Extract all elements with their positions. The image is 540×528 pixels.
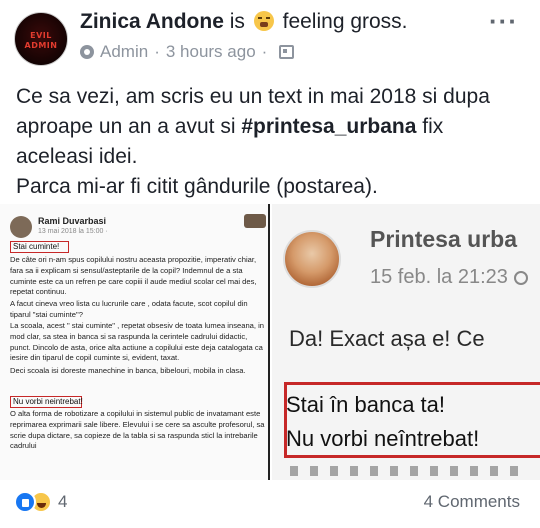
role-label: Admin xyxy=(100,42,149,61)
hashtag-link[interactable]: #printesa_urbana xyxy=(241,115,416,138)
post-text-line-1: Ce sa vezi, am scris eu un text in mai 2… xyxy=(16,85,490,108)
reactions-summary[interactable]: 4 xyxy=(14,491,67,513)
left-para-4: Deci scoala isi doreste manechine in ban… xyxy=(10,366,246,375)
left-para-5: O alta forma de robotizare a copilului i… xyxy=(10,409,265,451)
post-meta: Admin · 3 hours ago · xyxy=(80,42,295,62)
post-text-line-2: aproape un an a avut si #printesa_urbana… xyxy=(16,112,531,142)
highlight-box-stai-cuminte: Stai cuminte! xyxy=(10,241,69,253)
post-text-line-2b: fix xyxy=(416,115,444,138)
printesa-date-row: 15 feb. la 21:23 xyxy=(370,266,528,289)
feeling-text[interactable]: feeling gross. xyxy=(283,10,408,33)
admin-badge-icon xyxy=(80,45,94,59)
left-para-3: La scoala, acest " stai cuminte" , repet… xyxy=(10,321,265,363)
printesa-avatar xyxy=(283,230,341,288)
rami-date: 13 mai 2018 la 15:00 · xyxy=(38,228,108,235)
right-screenshot: Printesa urba 15 feb. la 21:23 Da! Exact… xyxy=(272,204,540,480)
comments-link[interactable]: 4 Comments xyxy=(424,492,520,512)
reaction-count: 4 xyxy=(58,492,68,511)
rami-cover-thumbnail xyxy=(244,214,266,228)
author-line: Zinica Andone is feeling gross. xyxy=(80,10,408,34)
left-screenshot: Rami Duvarbasi 13 mai 2018 la 15:00 · St… xyxy=(0,204,270,480)
printesa-name: Printesa urba xyxy=(370,226,517,252)
avatar-text-evil: EVIL xyxy=(30,31,52,40)
facebook-post: EVIL ADMIN Zinica Andone is feeling gros… xyxy=(0,0,540,528)
left-para-1: De câte ori n-am spus copilului nostru a… xyxy=(10,255,257,297)
post-text-line-2a: aproape un an a avut si xyxy=(16,115,242,138)
author-name[interactable]: Zinica Andone xyxy=(80,10,224,33)
post-image[interactable]: Rami Duvarbasi 13 mai 2018 la 15:00 · St… xyxy=(0,204,540,480)
cropped-text-peek xyxy=(290,466,530,476)
left-screenshot-content: Rami Duvarbasi 13 mai 2018 la 15:00 · St… xyxy=(0,204,270,480)
meta-separator: · xyxy=(154,42,160,61)
box1-text: Stai cuminte! xyxy=(13,242,60,251)
globe-icon xyxy=(513,270,528,285)
avatar-text-admin: ADMIN xyxy=(24,41,58,50)
meta-separator-2: · xyxy=(261,42,268,61)
rami-name: Rami Duvarbasi xyxy=(38,216,107,226)
feeling-prefix: is xyxy=(229,10,245,33)
highlight-box-nu-vorbi: Nu vorbi neintrebat! xyxy=(10,396,83,408)
timestamp-link[interactable]: 3 hours ago xyxy=(166,42,256,62)
post-text-line-4: Parca mi-ar fi citit gândurile (postarea… xyxy=(16,175,378,198)
more-options-icon[interactable]: ··· xyxy=(489,8,518,34)
printesa-box-line-2: Nu vorbi neîntrebat! xyxy=(286,426,480,451)
rami-avatar xyxy=(10,216,32,238)
post-text: Ce sa vezi, am scris eu un text in mai 2… xyxy=(16,82,531,202)
printesa-line-1: Da! Exact așa e! Ce xyxy=(289,326,485,351)
disgusted-face-icon xyxy=(253,11,274,31)
box2-text: Nu vorbi neintrebat! xyxy=(13,397,83,406)
audience-icon[interactable] xyxy=(279,45,295,59)
left-para-2: A facut cineva vreo lista cu lucrurile c… xyxy=(10,299,248,319)
post-text-line-3: aceleasi idei. xyxy=(16,145,138,168)
printesa-box-line-1: Stai în banca ta! xyxy=(286,392,445,417)
author-avatar[interactable]: EVIL ADMIN xyxy=(14,12,68,66)
printesa-date: 15 feb. la 21:23 xyxy=(370,266,508,288)
like-icon xyxy=(14,491,36,513)
